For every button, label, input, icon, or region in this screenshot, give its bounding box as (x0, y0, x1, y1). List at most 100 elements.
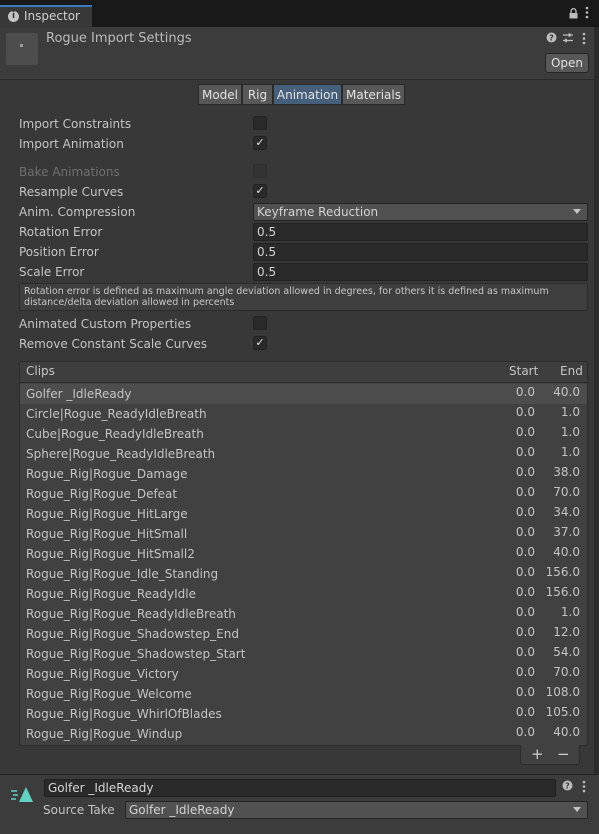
open-button[interactable]: Open (545, 53, 589, 73)
clip-start: 0.0 (515, 645, 535, 659)
clip-end: 1.0 (560, 405, 580, 419)
scrollbar[interactable] (594, 27, 599, 834)
clip-end: 54.0 (553, 645, 580, 659)
resample-curves-checkbox[interactable]: ✓ (253, 184, 267, 198)
inspector-tab[interactable]: i Inspector (0, 5, 92, 27)
chevron-down-icon (573, 209, 581, 214)
clip-end: 156.0 (545, 585, 580, 599)
clip-end: 1.0 (560, 605, 580, 619)
clip-start: 0.0 (515, 585, 535, 599)
clip-start: 0.0 (515, 385, 535, 399)
clips-header-end: End (560, 364, 583, 378)
tab-model[interactable]: Model (198, 84, 242, 105)
anim-compression-dropdown[interactable]: Keyframe Reduction (253, 203, 588, 221)
position-error-label: Position Error (19, 245, 99, 259)
clip-help-icon[interactable]: ? (562, 780, 573, 794)
page-title: Rogue Import Settings (46, 31, 192, 46)
help-icon[interactable]: ? (546, 32, 557, 46)
import-animation-label: Import Animation (19, 137, 124, 151)
clip-row[interactable]: Golfer _IdleReady 0.0 40.0 (20, 384, 587, 404)
clip-menu-icon[interactable] (582, 780, 586, 796)
editor-tab-bar: i Inspector (0, 0, 599, 27)
clip-row[interactable]: Rogue_Rig|Rogue_WhirlOfBlades 0.0 105.0 (20, 704, 587, 724)
clip-detail: Golfer _IdleReady ? Source Take Golfer _… (0, 775, 599, 834)
clip-row[interactable]: Rogue_Rig|Rogue_ReadyIdle 0.0 156.0 (20, 584, 587, 604)
asset-thumbnail (6, 33, 38, 65)
clips-header-name: Clips (26, 364, 55, 378)
clip-end: 108.0 (545, 685, 580, 699)
clip-name: Rogue_Rig|Rogue_Damage (26, 467, 188, 481)
clip-name: Circle|Rogue_ReadyIdleBreath (26, 407, 207, 421)
clip-row[interactable]: Circle|Rogue_ReadyIdleBreath 0.0 1.0 (20, 404, 587, 424)
clip-end: 1.0 (560, 445, 580, 459)
clip-name: Rogue_Rig|Rogue_HitSmall (26, 527, 188, 541)
header-menu-icon[interactable] (582, 32, 586, 48)
clip-row[interactable]: Rogue_Rig|Rogue_Shadowstep_Start 0.0 54.0 (20, 644, 587, 664)
clip-end: 40.0 (553, 385, 580, 399)
tab-animation[interactable]: Animation (273, 84, 342, 105)
import-constraints-checkbox[interactable] (253, 116, 267, 130)
clip-end: 40.0 (553, 545, 580, 559)
clip-row[interactable]: Rogue_Rig|Rogue_Defeat 0.0 70.0 (20, 484, 587, 504)
clip-row[interactable]: Rogue_Rig|Rogue_Damage 0.0 38.0 (20, 464, 587, 484)
clip-row[interactable]: Rogue_Rig|Rogue_Victory 0.0 70.0 (20, 664, 587, 684)
clip-name: Rogue_Rig|Rogue_Victory (26, 667, 179, 681)
clip-end: 40.0 (553, 725, 580, 739)
bake-animations-checkbox (253, 164, 267, 178)
clip-name: Rogue_Rig|Rogue_WhirlOfBlades (26, 707, 222, 721)
scale-error-field[interactable]: 0.5 (253, 263, 588, 281)
anim-compression-value: Keyframe Reduction (257, 205, 379, 219)
preset-icon[interactable] (562, 32, 574, 47)
clip-row[interactable]: Rogue_Rig|Rogue_Windup 0.0 40.0 (20, 724, 587, 744)
clip-row[interactable]: Rogue_Rig|Rogue_ReadyIdleBreath 0.0 1.0 (20, 604, 587, 624)
clip-start: 0.0 (515, 525, 535, 539)
clip-name-field[interactable]: Golfer _IdleReady (44, 779, 556, 797)
lock-icon[interactable] (568, 8, 579, 22)
remove-constant-scale-curves-checkbox[interactable]: ✓ (253, 336, 267, 350)
help-box: Rotation error is defined as maximum ang… (19, 283, 588, 311)
animation-clip-icon (10, 784, 36, 804)
import-constraints-label: Import Constraints (19, 117, 132, 131)
clip-start: 0.0 (515, 545, 535, 559)
svg-text:?: ? (549, 34, 554, 43)
clip-end: 37.0 (553, 525, 580, 539)
remove-constant-scale-curves-label: Remove Constant Scale Curves (19, 337, 208, 351)
clip-start: 0.0 (515, 625, 535, 639)
clip-start: 0.0 (515, 565, 535, 579)
clip-row[interactable]: Sphere|Rogue_ReadyIdleBreath 0.0 1.0 (20, 444, 587, 464)
resample-curves-label: Resample Curves (19, 185, 124, 199)
clip-row[interactable]: Rogue_Rig|Rogue_Welcome 0.0 108.0 (20, 684, 587, 704)
clip-row[interactable]: Rogue_Rig|Rogue_HitSmall2 0.0 40.0 (20, 544, 587, 564)
clip-name: Rogue_Rig|Rogue_HitLarge (26, 507, 188, 521)
clips-list: Clips Start End Golfer _IdleReady 0.0 40.0… (19, 361, 588, 746)
source-take-dropdown[interactable]: Golfer _IdleReady (125, 801, 588, 819)
clip-row[interactable]: Cube|Rogue_ReadyIdleBreath 0.0 1.0 (20, 424, 587, 444)
menu-icon[interactable] (585, 6, 589, 22)
bake-animations-label: Bake Animations (19, 165, 120, 179)
clip-start: 0.0 (515, 705, 535, 719)
rotation-error-field[interactable]: 0.5 (253, 223, 588, 241)
scale-error-label: Scale Error (19, 265, 85, 279)
clip-name: Golfer _IdleReady (26, 387, 132, 401)
svg-text:?: ? (565, 782, 570, 791)
clip-name: Cube|Rogue_ReadyIdleBreath (26, 427, 204, 441)
import-animation-checkbox[interactable]: ✓ (253, 136, 267, 150)
clip-row[interactable]: Rogue_Rig|Rogue_HitLarge 0.0 34.0 (20, 504, 587, 524)
tab-rig[interactable]: Rig (242, 84, 273, 105)
add-clip-button[interactable]: + (531, 745, 544, 763)
clip-name: Sphere|Rogue_ReadyIdleBreath (26, 447, 216, 461)
clip-row[interactable]: Rogue_Rig|Rogue_Idle_Standing 0.0 156.0 (20, 564, 587, 584)
clip-start: 0.0 (515, 405, 535, 419)
clip-row[interactable]: Rogue_Rig|Rogue_Shadowstep_End 0.0 12.0 (20, 624, 587, 644)
position-error-field[interactable]: 0.5 (253, 243, 588, 261)
tab-materials[interactable]: Materials (342, 84, 405, 105)
clips-header-start: Start (509, 364, 539, 378)
animated-custom-properties-checkbox[interactable] (253, 316, 267, 330)
clip-start: 0.0 (515, 505, 535, 519)
clip-start: 0.0 (515, 425, 535, 439)
remove-clip-button[interactable]: − (557, 745, 570, 763)
source-take-label: Source Take (43, 803, 115, 817)
clip-name: Rogue_Rig|Rogue_ReadyIdleBreath (26, 607, 236, 621)
clip-row[interactable]: Rogue_Rig|Rogue_HitSmall 0.0 37.0 (20, 524, 587, 544)
clip-name: Rogue_Rig|Rogue_HitSmall2 (26, 547, 195, 561)
